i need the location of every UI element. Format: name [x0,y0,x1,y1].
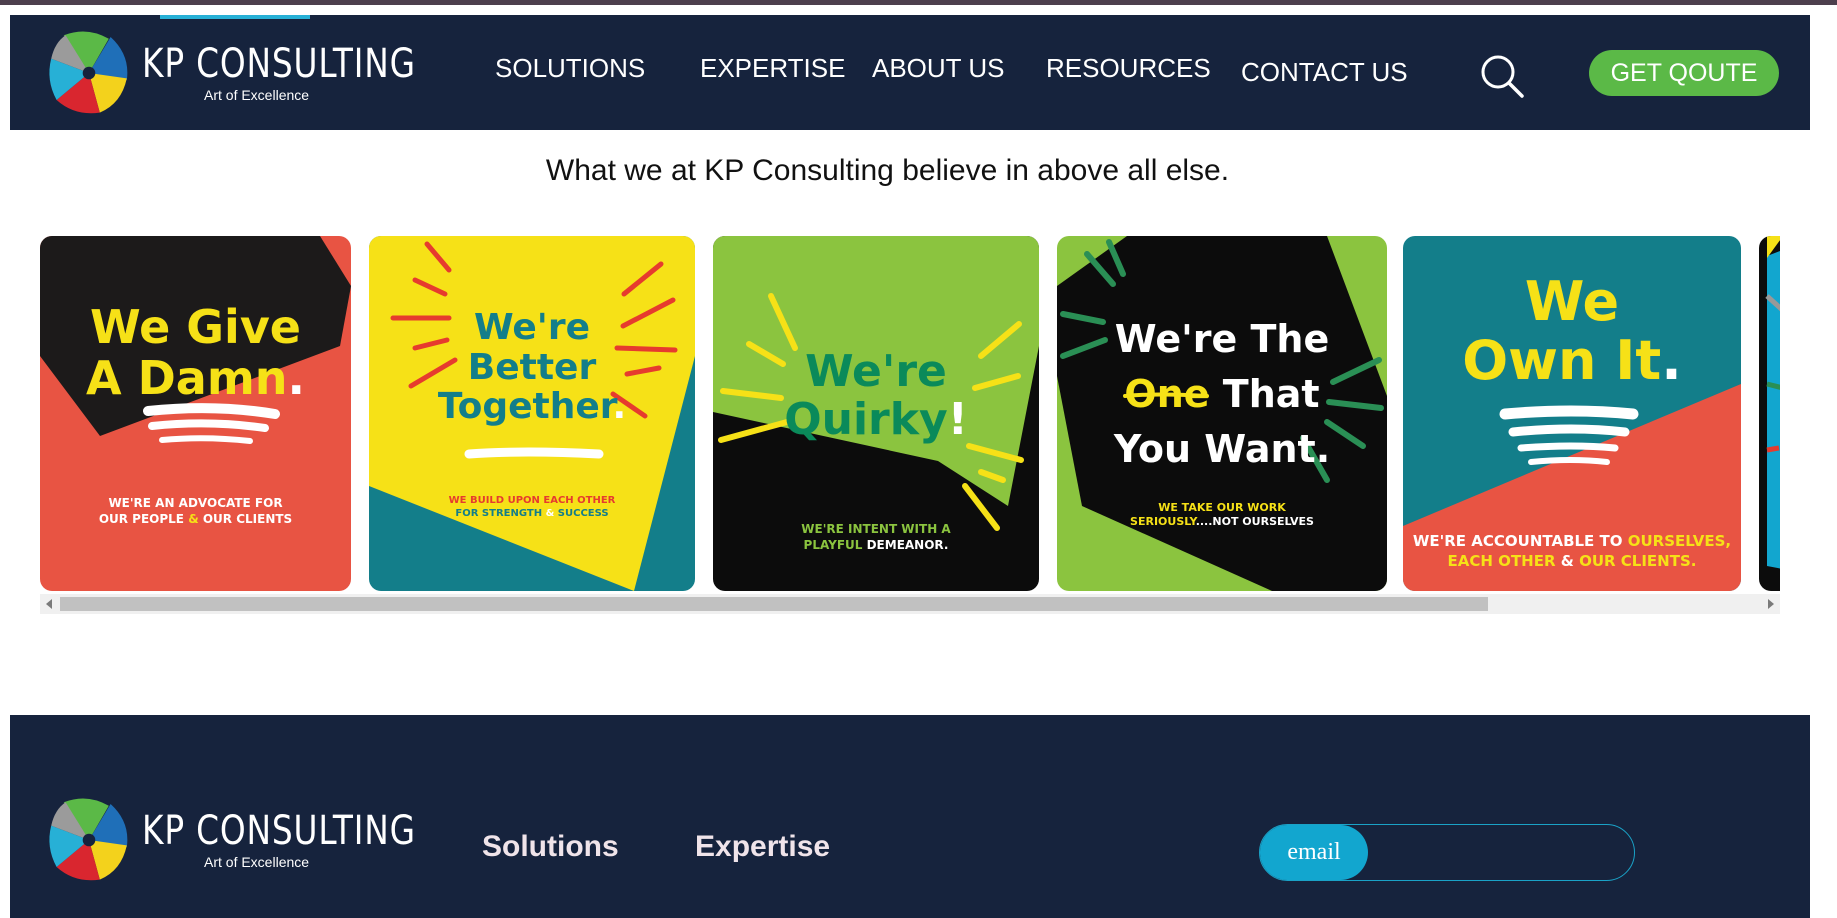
card-background [1765,236,1780,569]
carousel-scrollbar[interactable] [40,594,1780,614]
logo-mark-icon [49,798,128,881]
scroll-left-icon[interactable] [46,599,52,609]
nav-about-us[interactable]: ABOUT US [872,53,1004,84]
scrollbar-thumb[interactable] [60,597,1488,611]
nav-resources[interactable]: RESOURCES [1046,53,1211,84]
logo-mark-icon [49,31,128,114]
card-title: We're Quirky! [784,346,968,446]
value-card[interactable]: We Own It. WE'RE ACCOUNTABLE TO OURSELVE… [1403,236,1741,591]
card-subtitle: WE'RE INTENT WITH A PLAYFUL DEMEANOR. [801,522,951,552]
active-indicator [160,15,310,19]
email-field[interactable]: email [1259,824,1635,881]
card-background [40,236,351,444]
card-title: We Give A Damn. [85,300,305,405]
section-tagline: What we at KP Consulting believe in abov… [545,154,1230,187]
card-title: We're The One That You Want. [1113,317,1331,472]
card-title: We're Better Together. [437,307,627,428]
card-subtitle: WE TAKE OUR WORK SERIOUSLY....NOT OURSEL… [1130,501,1314,529]
brand-tagline: Art of Excellence [204,854,310,870]
value-card-partial[interactable] [1759,236,1780,591]
value-card[interactable]: We're Quirky! WE'RE INTENT WITH A PLAYFU… [713,236,1039,591]
email-label: email [1260,825,1368,880]
get-quote-button[interactable]: GET QOUTE [1589,50,1779,96]
footer-link-expertise[interactable]: Expertise [695,830,830,864]
header-logo[interactable]: KP CONSULTING Art of Excellence [44,28,476,118]
footer-logo[interactable]: KP CONSULTING Art of Excellence [44,795,476,885]
value-card[interactable]: We're Better Together. WE BUILD UPON EAC… [369,236,695,591]
brand-name: KP CONSULTING [142,41,416,87]
values-carousel[interactable]: We Give A Damn. WE'RE AN ADVOCATE FOR OU… [40,236,1780,591]
nav-expertise[interactable]: EXPERTISE [700,53,845,84]
nav-contact-us[interactable]: CONTACT US [1241,57,1408,88]
nav-solutions[interactable]: SOLUTIONS [495,53,645,84]
card-subtitle: WE'RE AN ADVOCATE FOR OUR PEOPLE & OUR C… [98,496,293,526]
brand-tagline: Art of Excellence [204,87,310,103]
value-card[interactable]: We're The One That You Want. WE TAKE OUR… [1057,236,1387,591]
top-strip [0,0,1837,5]
brand-name: KP CONSULTING [142,808,416,854]
search-icon[interactable] [1478,52,1526,100]
card-subtitle: WE BUILD UPON EACH OTHER FOR STRENGTH & … [448,495,616,519]
value-card[interactable]: We Give A Damn. WE'RE AN ADVOCATE FOR OU… [40,236,351,591]
card-title: We Own It. [1462,270,1682,393]
scroll-right-icon[interactable] [1768,599,1774,609]
card-subtitle: WE'RE ACCOUNTABLE TO OURSELVES, EACH OTH… [1412,532,1732,570]
footer-link-solutions[interactable]: Solutions [482,830,619,864]
